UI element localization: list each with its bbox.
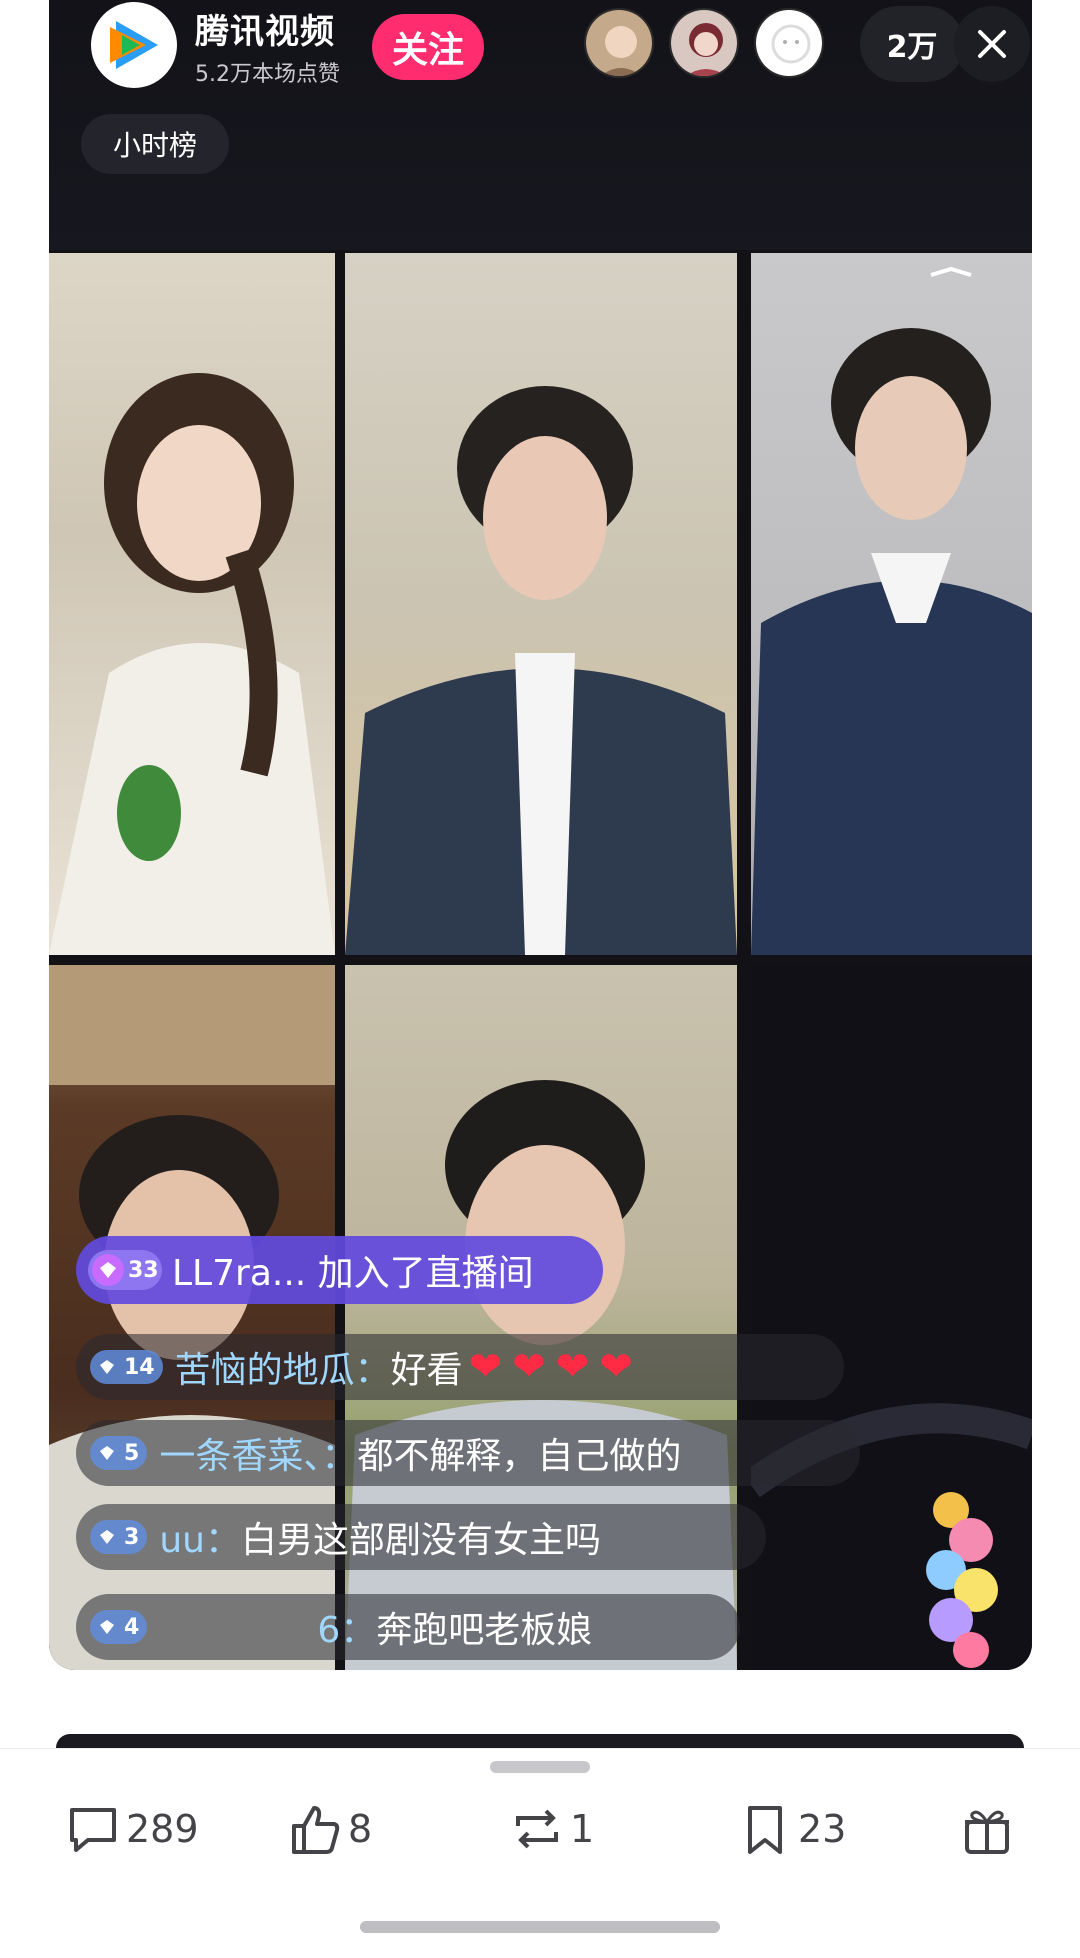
post-actions-bar: 289 8 1 23 — [0, 1748, 1080, 1958]
comment-icon — [70, 1808, 116, 1852]
comment-username: 苦恼的地瓜： — [174, 1350, 391, 1391]
like-count: 8 — [348, 1807, 373, 1851]
level-badge: 5 — [90, 1436, 148, 1470]
level-number: 14 — [124, 1354, 155, 1380]
video-tile-2[interactable] — [345, 253, 737, 955]
tencent-video-logo[interactable] — [91, 2, 177, 88]
gem-icon — [92, 1254, 124, 1286]
level-badge: 3 — [90, 1520, 148, 1554]
join-notice: 33 LL7ra... 加入了直播间 — [76, 1236, 603, 1304]
live-stream-card[interactable]: 腾讯视频 5.2万本场点赞 关注 2万 小时榜 33 LL7ra... 加入了直… — [49, 0, 1032, 1670]
comment-count: 289 — [126, 1807, 199, 1851]
comment-item: 14 苦恼的地瓜： 好看 ❤ ❤ ❤ ❤ — [76, 1334, 844, 1400]
drag-handle[interactable] — [490, 1761, 590, 1773]
live-header: 腾讯视频 5.2万本场点赞 关注 2万 小时榜 — [49, 0, 1032, 250]
gem-icon — [94, 1354, 120, 1380]
gift-icon — [965, 1810, 1009, 1854]
join-message: 加入了直播间 — [317, 1253, 534, 1294]
level-number: 4 — [124, 1614, 140, 1640]
comment-button[interactable]: 289 — [64, 1789, 199, 1869]
comment-username: 6： — [317, 1610, 377, 1651]
viewer-count[interactable]: 2万 — [860, 6, 964, 82]
session-likes: 5.2万本场点赞 — [195, 62, 340, 87]
comment-text: 白男这部剧没有女主吗 — [240, 1520, 601, 1561]
join-username: LL7ra... — [172, 1253, 307, 1294]
comment-text: 都不解释，自己做的 — [357, 1436, 682, 1477]
level-number: 5 — [124, 1440, 140, 1466]
comment-username: uu： — [159, 1520, 241, 1561]
gem-icon — [94, 1614, 120, 1640]
comment-text: 好看 — [390, 1350, 463, 1391]
viewer-avatar-2[interactable] — [669, 8, 739, 78]
viewer-avatar-3[interactable] — [754, 8, 824, 78]
hourly-rank-button[interactable]: 小时榜 — [81, 114, 229, 174]
video-tile-1[interactable] — [49, 253, 335, 955]
heart-icon: ❤ — [599, 1344, 633, 1390]
join-user: LL7ra... 加入了直播间 — [172, 1244, 534, 1296]
repost-icon — [516, 1809, 558, 1849]
close-button[interactable] — [954, 6, 1030, 82]
comment-item: 4 6： 奔跑吧老板娘 — [76, 1594, 740, 1660]
bookmark-icon — [748, 1806, 782, 1854]
level-number: 3 — [124, 1524, 140, 1550]
video-tile-3[interactable] — [751, 253, 1032, 955]
gem-icon — [94, 1524, 120, 1550]
gift-button[interactable] — [958, 1789, 1020, 1869]
heart-icon: ❤ — [468, 1344, 503, 1390]
like-button[interactable]: 8 — [286, 1789, 372, 1869]
level-badge: 14 — [90, 1350, 163, 1384]
gift-sticker-icon[interactable] — [911, 1470, 1011, 1670]
gem-icon — [94, 1440, 120, 1466]
comment-item: 3 uu： 白男这部剧没有女主吗 — [76, 1504, 766, 1570]
comment-text: 奔跑吧老板娘 — [376, 1610, 593, 1651]
close-icon — [978, 30, 1006, 58]
comment-username: 一条香菜、： — [159, 1436, 358, 1477]
thumbs-up-icon — [292, 1806, 340, 1854]
heart-emojis: ❤ ❤ ❤ ❤ — [469, 1347, 643, 1387]
home-indicator — [360, 1921, 720, 1933]
viewer-avatar-1[interactable] — [584, 8, 654, 78]
level-number: 33 — [128, 1257, 159, 1283]
channel-name[interactable]: 腾讯视频 — [195, 4, 335, 53]
repost-button[interactable]: 1 — [508, 1789, 594, 1869]
repost-count: 1 — [570, 1807, 595, 1851]
level-badge: 33 — [88, 1250, 162, 1290]
favorite-count: 23 — [798, 1807, 847, 1851]
favorite-button[interactable]: 23 — [736, 1789, 846, 1869]
comment-item: 5 一条香菜、： 都不解释，自己做的 — [76, 1420, 860, 1486]
level-badge: 4 — [90, 1610, 148, 1644]
heart-icon: ❤ — [555, 1344, 590, 1390]
heart-icon: ❤ — [512, 1344, 546, 1390]
post-page: 腾讯视频 5.2万本场点赞 关注 2万 小时榜 33 LL7ra... 加入了直… — [0, 0, 1080, 1958]
follow-button[interactable]: 关注 — [372, 14, 484, 80]
